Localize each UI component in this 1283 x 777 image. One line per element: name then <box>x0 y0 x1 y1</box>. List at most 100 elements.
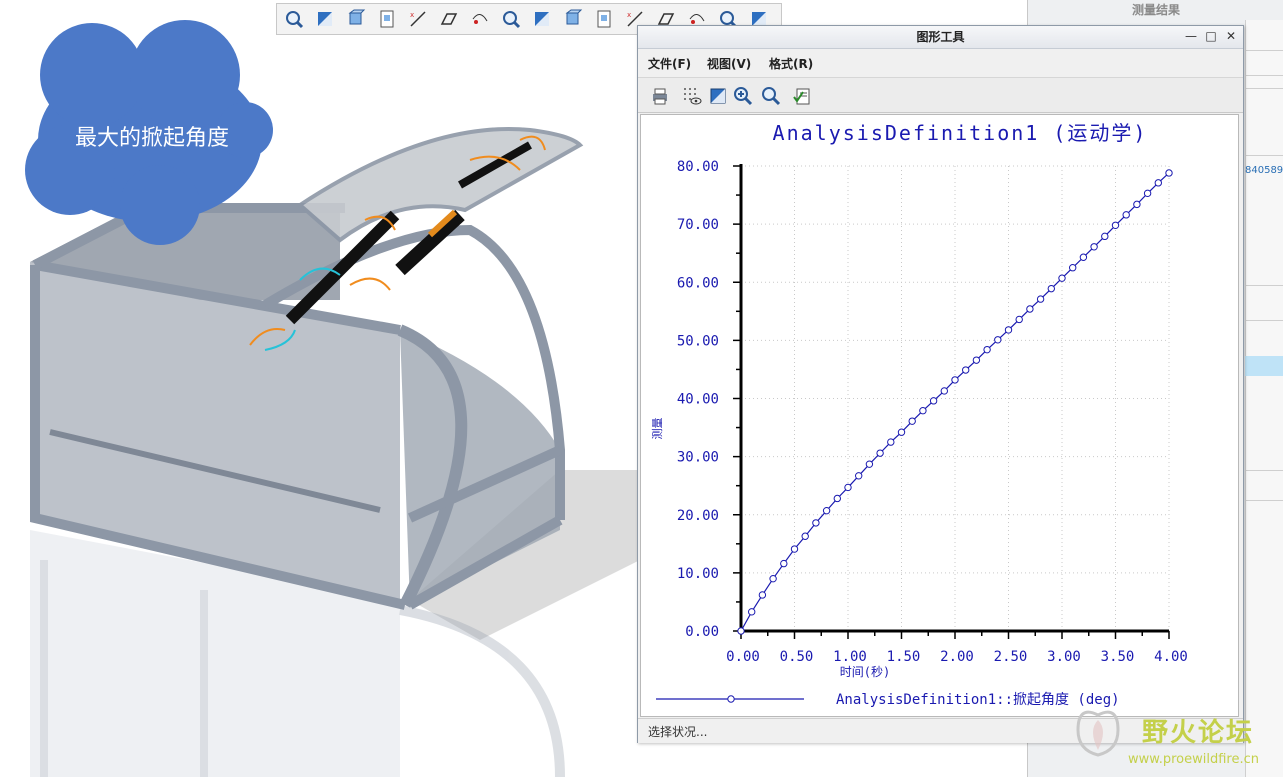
data-point <box>1090 243 1098 251</box>
panel-divider <box>1245 470 1283 471</box>
x-tick-label: 4.00 <box>1154 649 1188 665</box>
data-point <box>972 356 981 364</box>
y-tick-label: 80.00 <box>677 159 719 175</box>
x-tick-label: 1.00 <box>833 649 867 665</box>
data-point <box>929 397 938 405</box>
data-point <box>758 591 767 599</box>
refit-icon[interactable] <box>374 7 400 31</box>
data-point <box>855 472 863 480</box>
spin-center-icon[interactable] <box>498 7 524 31</box>
panel-divider <box>1245 75 1283 76</box>
panel-column <box>1245 20 1283 777</box>
data-point <box>769 574 777 583</box>
data-point <box>748 608 756 616</box>
maximize-icon[interactable]: □ <box>1203 28 1219 44</box>
close-icon[interactable]: ✕ <box>1223 28 1239 44</box>
minimize-icon[interactable]: — <box>1183 28 1199 44</box>
data-point <box>790 545 799 553</box>
y-tick-label: 20.00 <box>677 508 719 524</box>
menu-file[interactable]: 文件(F) <box>648 55 691 72</box>
plot-area[interactable]: AnalysisDefinition1 (运动学) 0.00 10.00 20.00 3… <box>640 114 1239 717</box>
data-point <box>1143 189 1152 198</box>
display-style-icon[interactable] <box>436 7 462 31</box>
menu-format[interactable]: 格式(R) <box>769 55 813 72</box>
panel-selected-row[interactable] <box>1245 356 1283 376</box>
watermark-url: www.proewildfire.cn <box>1128 752 1259 767</box>
y-tick-label: 0.00 <box>685 624 719 640</box>
data-point <box>801 532 809 540</box>
data-point <box>897 428 906 436</box>
x-tick-label: 1.50 <box>887 649 921 665</box>
zoom-window-icon[interactable] <box>759 84 783 108</box>
data-point <box>887 438 895 446</box>
panel-divider <box>1245 155 1283 156</box>
datum-curve-icon[interactable] <box>591 7 617 31</box>
zoom-out-icon[interactable] <box>343 7 369 31</box>
layer-icon[interactable] <box>467 7 493 31</box>
datum-plane-icon[interactable] <box>529 7 555 31</box>
watermark-logo-icon <box>1076 710 1120 757</box>
panel-title: 测量结果 <box>1131 3 1180 17</box>
refit-icon[interactable] <box>706 84 730 108</box>
x-tick-label: 0.50 <box>780 649 814 665</box>
watermark-text: 野火论坛 <box>1142 718 1255 748</box>
print-icon[interactable] <box>648 84 672 108</box>
data-point <box>822 506 831 515</box>
data-point <box>1058 274 1066 282</box>
x-axis-label: 时间(秒) <box>840 665 890 679</box>
x-tick-label: 2.50 <box>994 649 1028 665</box>
grid-icon[interactable] <box>680 84 704 108</box>
data-point <box>1026 305 1034 313</box>
data-point <box>844 483 852 492</box>
zoom-in-icon[interactable] <box>731 84 755 108</box>
zoom-in-icon[interactable] <box>312 7 338 31</box>
graph-tool-window[interactable]: 图形工具 — □ ✕ 文件(F) 视图(V) 格式(R) AnalysisDef… <box>637 25 1244 743</box>
panel-divider <box>1245 320 1283 321</box>
data-point <box>951 376 959 384</box>
data-point <box>1165 169 1173 177</box>
data-point <box>1122 211 1130 219</box>
panel-divider <box>1245 50 1283 51</box>
panel-divider <box>1245 500 1283 501</box>
chart-svg[interactable]: AnalysisDefinition1 (运动学) 0.00 10.00 20.00 3… <box>641 115 1238 716</box>
menu-view[interactable]: 视图(V) <box>707 55 751 72</box>
export-icon[interactable] <box>790 84 814 108</box>
window-title: 图形工具 <box>916 30 965 44</box>
zoom-fit-icon[interactable] <box>281 7 307 31</box>
saved-view-icon[interactable]: x <box>405 7 431 31</box>
y-tick-label: 40.00 <box>677 392 719 408</box>
data-point <box>812 519 820 527</box>
data-point <box>1047 284 1055 293</box>
data-point <box>940 387 948 395</box>
y-tick-label: 50.00 <box>677 333 719 349</box>
data-point <box>876 449 884 457</box>
window-titlebar[interactable]: 图形工具 — □ ✕ <box>638 26 1243 49</box>
data-point <box>919 407 927 415</box>
x-tick-label: 0.00 <box>726 649 760 665</box>
menu-bar: 文件(F) 视图(V) 格式(R) <box>638 49 1243 78</box>
x-tick-label: 3.50 <box>1101 649 1135 665</box>
data-point <box>833 494 842 503</box>
chart-title: AnalysisDefinition1 (运动学) <box>773 121 1148 145</box>
data-point <box>1133 200 1141 209</box>
datum-axis-icon[interactable] <box>560 7 586 31</box>
data-point <box>1069 264 1077 272</box>
data-point <box>780 559 788 568</box>
data-point <box>1111 221 1120 229</box>
y-axis-label: 测量 <box>651 418 664 440</box>
data-point <box>1101 232 1109 241</box>
data-point <box>994 336 1002 344</box>
data-point <box>1079 253 1088 261</box>
panel-divider <box>1245 285 1283 286</box>
status-text: 选择状况... <box>648 725 708 739</box>
graph-toolbar <box>638 78 1243 113</box>
y-tick-label: 30.00 <box>677 450 719 466</box>
y-tick-label: 70.00 <box>677 217 719 233</box>
data-point <box>983 345 991 354</box>
svg-text:x: x <box>627 11 631 19</box>
x-tick-label: 3.00 <box>1047 649 1081 665</box>
data-point <box>962 366 970 374</box>
measurement-value[interactable]: 8405899 <box>1245 165 1283 179</box>
x-tick-label: 2.00 <box>940 649 974 665</box>
data-point <box>1154 179 1162 187</box>
